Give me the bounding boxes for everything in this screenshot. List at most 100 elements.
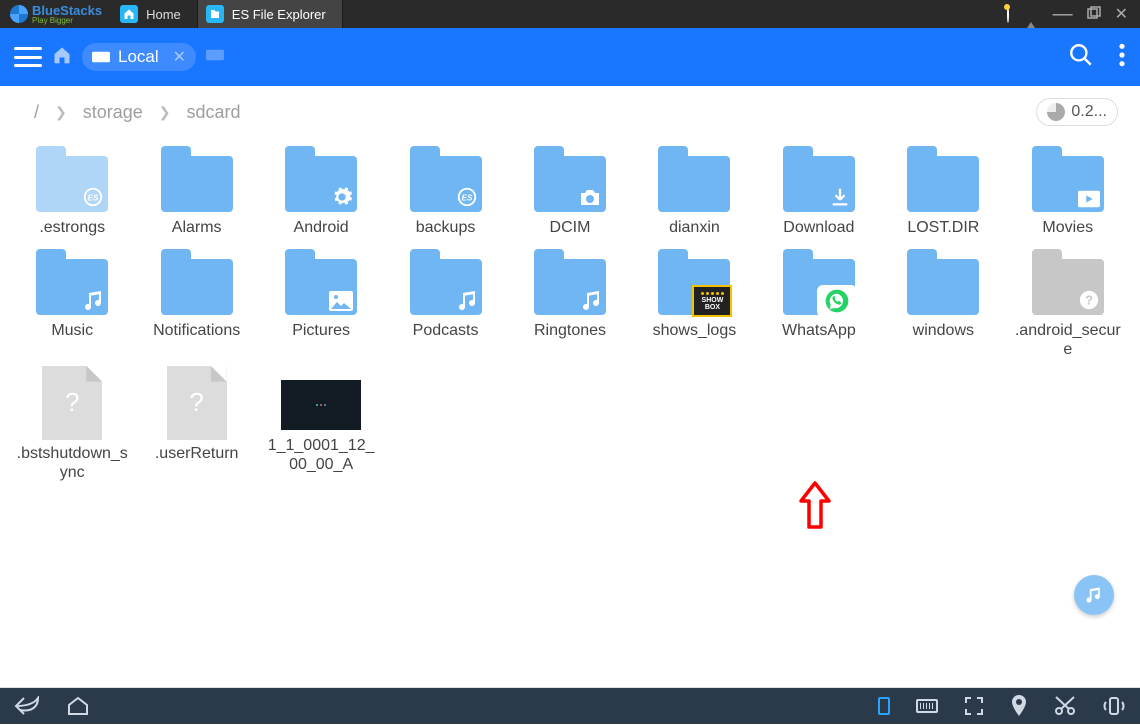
item-label: .android_secure: [1012, 321, 1124, 359]
bluestacks-titlebar: BlueStacks Play Bigger Home ES File Expl…: [0, 0, 1140, 28]
es-tab-icon: [206, 5, 224, 23]
download-badge-icon: [829, 186, 851, 208]
folder-item[interactable]: ? .android_secure: [1010, 245, 1126, 359]
music-badge-icon: [458, 289, 478, 311]
tab-label: ES File Explorer: [232, 7, 326, 22]
breadcrumb-sdcard[interactable]: sdcard: [175, 102, 253, 123]
search-button[interactable]: [1068, 42, 1094, 73]
home-button[interactable]: [66, 696, 90, 716]
folder-item[interactable]: SHOWBOXshows_logs: [636, 245, 752, 359]
file-item[interactable]: ?.bstshutdown_sync: [14, 368, 130, 482]
back-button[interactable]: [14, 696, 40, 716]
item-label: Notifications: [153, 321, 240, 340]
folder-item[interactable]: ES .estrongs: [14, 142, 130, 237]
file-grid: ES .estrongs Alarms Android ES backups DCIM dia…: [0, 132, 1140, 482]
svg-text:ES: ES: [88, 194, 100, 203]
item-label: Android: [294, 218, 349, 237]
item-label: dianxin: [669, 218, 720, 237]
chip-close-icon[interactable]: ✕: [173, 47, 186, 67]
maximize-button[interactable]: [1087, 6, 1101, 23]
item-label: Music: [51, 321, 93, 340]
music-player-fab[interactable]: [1074, 575, 1114, 615]
folder-item[interactable]: Podcasts: [387, 245, 503, 359]
item-label: 1_1_0001_12_00_00_A: [265, 436, 377, 474]
folder-item[interactable]: Download: [761, 142, 877, 237]
folder-item[interactable]: Alarms: [138, 142, 254, 237]
music-badge-icon: [582, 289, 602, 311]
folder-item[interactable]: Music: [14, 245, 130, 359]
window-hint-icon[interactable]: [206, 48, 224, 67]
folder-item[interactable]: Movies: [1010, 142, 1126, 237]
item-label: Pictures: [292, 321, 350, 340]
item-label: Alarms: [172, 218, 222, 237]
folder-item[interactable]: DCIM: [512, 142, 628, 237]
item-label: Download: [783, 218, 854, 237]
sdcard-icon: [92, 50, 110, 64]
folder-item[interactable]: Pictures: [263, 245, 379, 359]
es-badge-icon: ES: [82, 186, 104, 208]
folder-item[interactable]: ES backups: [387, 142, 503, 237]
pie-icon: [1047, 103, 1065, 121]
more-button[interactable]: [1118, 42, 1126, 73]
item-label: Podcasts: [413, 321, 479, 340]
question-badge-icon: ?: [1078, 289, 1100, 311]
folder-item[interactable]: Ringtones: [512, 245, 628, 359]
home-tab-icon: [120, 5, 138, 23]
tab-label: Home: [146, 7, 181, 22]
folder-item[interactable]: Notifications: [138, 245, 254, 359]
location-chip[interactable]: Local ✕: [82, 43, 196, 71]
logo-icon: [10, 5, 28, 23]
item-label: .bstshutdown_sync: [16, 444, 128, 482]
item-label: Movies: [1042, 218, 1093, 237]
storage-analyze-chip[interactable]: 0.2...: [1036, 98, 1118, 126]
item-label: .estrongs: [39, 218, 105, 237]
item-label: windows: [913, 321, 974, 340]
item-label: LOST.DIR: [907, 218, 979, 237]
tab-es-file-explorer[interactable]: ES File Explorer: [198, 0, 343, 28]
cut-icon[interactable]: [1054, 696, 1076, 716]
brand-tagline: Play Bigger: [32, 17, 102, 25]
shake-icon[interactable]: [1102, 696, 1126, 716]
breadcrumb: / ❯ storage ❯ sdcard 0.2...: [0, 86, 1140, 132]
orientation-portrait-icon[interactable]: [878, 697, 890, 715]
item-label: WhatsApp: [782, 321, 856, 340]
music-badge-icon: [84, 289, 104, 311]
globe-icon[interactable]: [1007, 6, 1009, 22]
tab-home[interactable]: Home: [112, 0, 198, 28]
folder-item[interactable]: windows: [885, 245, 1001, 359]
file-item[interactable]: ?.userReturn: [138, 368, 254, 482]
item-label: backups: [416, 218, 476, 237]
camera-badge-icon: [578, 188, 602, 208]
chevron-right-icon: ❯: [155, 104, 175, 121]
folder-item[interactable]: LOST.DIR: [885, 142, 1001, 237]
keyboard-icon[interactable]: [916, 699, 938, 713]
breadcrumb-root[interactable]: /: [22, 102, 51, 123]
chevron-right-icon: ❯: [51, 104, 71, 121]
fullscreen-icon[interactable]: [964, 696, 984, 716]
folder-item[interactable]: dianxin: [636, 142, 752, 237]
folder-item[interactable]: WhatsApp: [761, 245, 877, 359]
annotation-arrow: [797, 481, 833, 531]
android-navbar: [0, 688, 1140, 724]
es-toolbar: Local ✕: [0, 28, 1140, 86]
folder-item[interactable]: Android: [263, 142, 379, 237]
close-button[interactable]: ✕: [1115, 4, 1128, 24]
item-label: DCIM: [550, 218, 591, 237]
svg-text:ES: ES: [461, 194, 473, 203]
whatsapp-overlay-icon: [817, 285, 857, 317]
gear-badge-icon: [331, 186, 353, 208]
es-badge-icon: ES: [456, 186, 478, 208]
file-item[interactable]: 1_1_0001_12_00_00_A: [263, 368, 379, 482]
svg-text:?: ?: [1085, 293, 1093, 308]
brand-name: BlueStacks: [32, 4, 102, 17]
item-label: shows_logs: [653, 321, 737, 340]
window-controls: — ✕: [1007, 4, 1140, 24]
home-icon[interactable]: [52, 45, 72, 70]
breadcrumb-storage[interactable]: storage: [71, 102, 155, 123]
bluestacks-logo: BlueStacks Play Bigger: [0, 4, 112, 25]
location-chip-label: Local: [118, 47, 159, 67]
menu-button[interactable]: [14, 47, 42, 67]
analyze-label: 0.2...: [1071, 103, 1107, 121]
location-icon[interactable]: [1010, 695, 1028, 717]
wifi-icon[interactable]: [1023, 6, 1039, 22]
